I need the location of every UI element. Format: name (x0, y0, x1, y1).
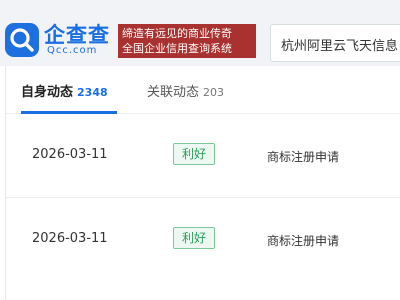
tab-related-news-count: 203 (203, 86, 225, 99)
logo-domain: Qcc.com (47, 45, 98, 56)
table-row[interactable]: 2026-03-11 利好 商标注册申请 (6, 114, 400, 198)
slogan-line-1: 缔造有远见的商业传奇 (122, 27, 232, 40)
news-panel: 自身动态 2348 关联动态 203 2026-03-11 利好 商标注册申请 20… (5, 66, 400, 300)
table-row[interactable]: 2026-03-11 利好 商标注册申请 (6, 198, 400, 282)
status-badge: 利好 (173, 143, 215, 165)
page-root: 企查查 Qcc.com 缔造有远见的商业传奇 全国企业信用查询系统 杭州阿里云飞… (0, 0, 400, 300)
search-input[interactable]: 杭州阿里云飞天信息 (270, 24, 400, 62)
row-event-type[interactable]: 商标注册申请 (267, 232, 339, 249)
row-date: 2026-03-11 (32, 147, 108, 162)
qcc-logo-icon[interactable] (5, 23, 39, 57)
tab-related-news-label: 关联动态 (147, 85, 200, 100)
tab-own-news-count: 2348 (77, 86, 108, 99)
site-header: 企查查 Qcc.com 缔造有远见的商业传奇 全国企业信用查询系统 杭州阿里云飞… (0, 0, 400, 66)
row-event-type[interactable]: 商标注册申请 (267, 148, 339, 165)
tab-related-news[interactable]: 关联动态 203 (147, 81, 224, 100)
news-tabs: 自身动态 2348 关联动态 203 (6, 66, 400, 114)
status-badge: 利好 (173, 227, 215, 249)
slogan-line-2: 全国企业信用查询系统 (122, 42, 232, 55)
tab-own-news[interactable]: 自身动态 2348 (21, 81, 108, 100)
search-input-value: 杭州阿里云飞天信息 (281, 39, 399, 54)
tab-own-news-label: 自身动态 (21, 85, 74, 100)
slogan-banner: 缔造有远见的商业传奇 全国企业信用查询系统 (118, 24, 256, 58)
row-date: 2026-03-11 (32, 231, 108, 246)
